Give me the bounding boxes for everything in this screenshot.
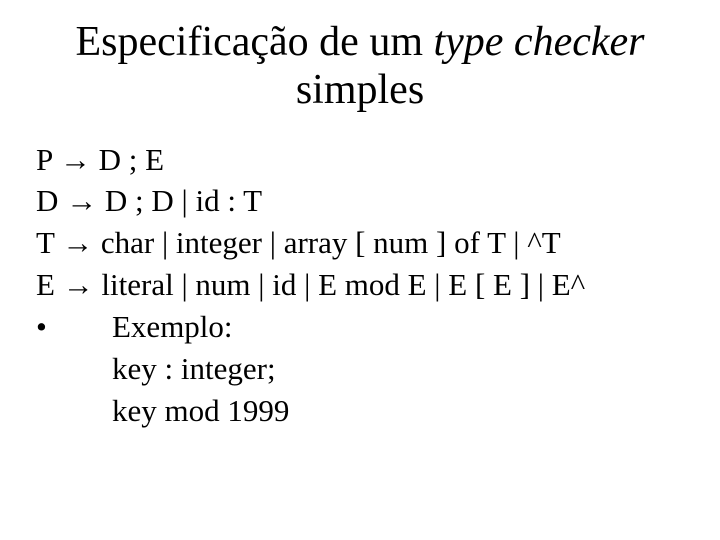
- grammar-line-1: P → D ; E: [36, 139, 684, 181]
- grammar-line-3: T → char | integer | array [ num ] of T …: [36, 222, 684, 264]
- title-italic: type checker: [433, 19, 644, 65]
- example-line-1: key : integer;: [36, 348, 684, 390]
- title-part1: Especificação de um: [76, 19, 434, 65]
- slide-body: P → D ; E D → D ; D | id : T T → char | …: [36, 139, 684, 432]
- bullet-icon: •: [36, 306, 72, 348]
- title-part2: simples: [296, 67, 424, 113]
- grammar-line-2: D → D ; D | id : T: [36, 180, 684, 222]
- slide: Especificação de um type checker simples…: [0, 0, 720, 540]
- example-line-2: key mod 1999: [36, 390, 684, 432]
- example-label: Exemplo:: [112, 306, 233, 348]
- slide-title: Especificação de um type checker simples: [36, 18, 684, 115]
- example-bullet-row: • Exemplo:: [36, 306, 684, 348]
- grammar-line-4: E → literal | num | id | E mod E | E [ E…: [36, 264, 684, 306]
